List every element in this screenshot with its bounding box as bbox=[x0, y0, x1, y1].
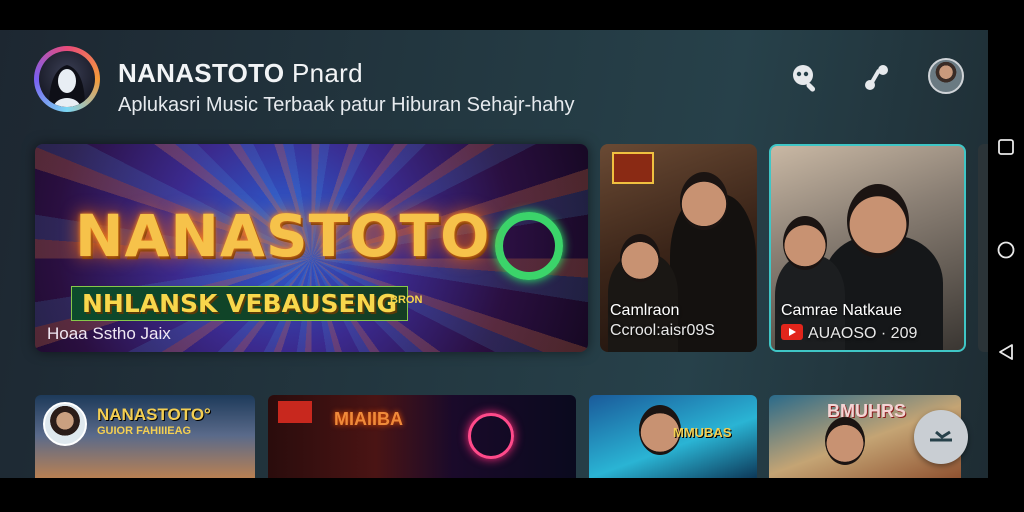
music-note-icon[interactable] bbox=[860, 60, 894, 94]
artist-face bbox=[847, 184, 909, 258]
avatar[interactable] bbox=[928, 58, 964, 94]
banner-badge: BRON bbox=[390, 294, 423, 306]
recents-button[interactable] bbox=[997, 138, 1015, 156]
card-title: Camrae Natkaue bbox=[781, 302, 902, 319]
artist-avatar bbox=[43, 402, 87, 446]
next-card-peek[interactable] bbox=[978, 144, 988, 352]
headphones-icon bbox=[468, 413, 514, 459]
app-name: NANASTOTO bbox=[118, 58, 285, 88]
playlist-card[interactable]: MMUBAS bbox=[589, 395, 757, 478]
playlist-card[interactable]: MIAIIBA bbox=[268, 395, 576, 478]
artist-card[interactable]: Camlraon Ccrool:aisr09S bbox=[600, 144, 757, 352]
banner-subtitle: NHLANSK VEBAUSENG bbox=[71, 286, 409, 321]
app-title: NANASTOTO Pnard bbox=[118, 58, 363, 89]
youtube-icon bbox=[781, 324, 803, 340]
home-button[interactable] bbox=[997, 241, 1015, 259]
playlist-title: MMUBAS bbox=[673, 425, 732, 440]
playlist-card[interactable]: NANASTOTO° GUIOR FAHIIIEAG bbox=[35, 395, 255, 478]
playlist-title: MIAIIBA bbox=[334, 409, 403, 429]
banner-caption: Hoaa Sstho Jaix bbox=[47, 324, 171, 343]
system-nav-bar bbox=[988, 30, 1024, 478]
card-title: Camlraon bbox=[610, 302, 680, 319]
banner-title: NANASTOTO bbox=[75, 202, 491, 270]
artist-face bbox=[783, 216, 827, 270]
card-logo bbox=[612, 152, 654, 184]
card-logo bbox=[278, 401, 312, 423]
app-logo[interactable] bbox=[34, 46, 100, 112]
magnifier-graphic bbox=[495, 212, 563, 280]
shuffle-button[interactable] bbox=[914, 410, 968, 464]
artist-face bbox=[825, 417, 865, 465]
featured-banner[interactable]: NANASTOTO NHLANSK VEBAUSENG BRON Hoaa Ss… bbox=[35, 144, 588, 352]
shuffle-icon bbox=[930, 430, 952, 442]
card-meta: Ccrool:aisr09S bbox=[610, 322, 715, 339]
status-bar bbox=[0, 0, 1024, 30]
card-meta: AUAOSO · 209 bbox=[781, 324, 917, 343]
search-icon[interactable] bbox=[788, 60, 822, 94]
app-subtitle: Aplukasri Music Terbaak patur Hiburan Se… bbox=[118, 94, 575, 116]
artist-face bbox=[620, 234, 660, 282]
card-meta-text: AUAOSO · 209 bbox=[808, 325, 918, 342]
artist-face bbox=[680, 172, 728, 230]
artist-card-selected[interactable]: Camrae Natkaue AUAOSO · 209 bbox=[769, 144, 966, 352]
logo-face-icon bbox=[39, 51, 95, 107]
playlist-subtitle: GUIOR FAHIIIEAG bbox=[97, 425, 192, 437]
bottom-bezel bbox=[0, 478, 1024, 512]
playlist-title: NANASTOTO° bbox=[97, 405, 211, 424]
app-window: NANASTOTO Pnard Aplukasri Music Terbaak … bbox=[0, 30, 988, 478]
app-name-suffix: Pnard bbox=[284, 58, 363, 88]
back-button[interactable] bbox=[997, 343, 1015, 361]
